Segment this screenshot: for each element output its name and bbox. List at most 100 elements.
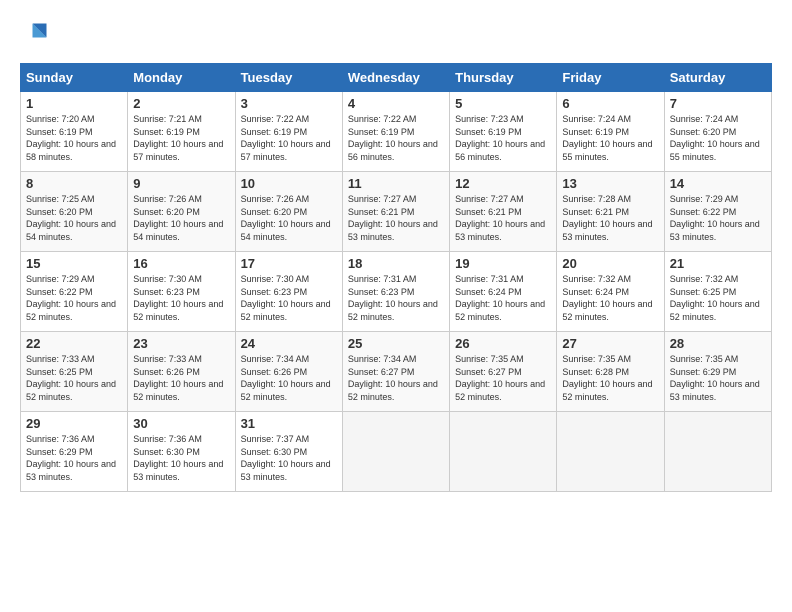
calendar-cell: 20 Sunrise: 7:32 AMSunset: 6:24 PMDayligh…	[557, 252, 664, 332]
day-info: Sunrise: 7:33 AMSunset: 6:25 PMDaylight:…	[26, 353, 122, 403]
calendar-body: 1 Sunrise: 7:20 AMSunset: 6:19 PMDaylight…	[21, 92, 772, 492]
calendar-cell	[664, 412, 771, 492]
calendar-week-row: 22 Sunrise: 7:33 AMSunset: 6:25 PMDayligh…	[21, 332, 772, 412]
calendar-cell: 31 Sunrise: 7:37 AMSunset: 6:30 PMDayligh…	[235, 412, 342, 492]
day-number: 2	[133, 96, 229, 111]
day-number: 23	[133, 336, 229, 351]
calendar-cell: 12 Sunrise: 7:27 AMSunset: 6:21 PMDayligh…	[450, 172, 557, 252]
day-number: 4	[348, 96, 444, 111]
calendar-cell: 22 Sunrise: 7:33 AMSunset: 6:25 PMDayligh…	[21, 332, 128, 412]
calendar-cell: 29Sunrise: 7:36 AMSunset: 6:29 PMDayligh…	[21, 412, 128, 492]
calendar-cell: 16 Sunrise: 7:30 AMSunset: 6:23 PMDayligh…	[128, 252, 235, 332]
day-info: Sunrise: 7:20 AMSunset: 6:19 PMDaylight:…	[26, 113, 122, 163]
day-info: Sunrise: 7:29 AMSunset: 6:22 PMDaylight:…	[26, 273, 122, 323]
day-info: Sunrise: 7:31 AMSunset: 6:23 PMDaylight:…	[348, 273, 444, 323]
day-info: Sunrise: 7:37 AMSunset: 6:30 PMDaylight:…	[241, 433, 337, 483]
day-info: Sunrise: 7:26 AMSunset: 6:20 PMDaylight:…	[133, 193, 229, 243]
day-number: 7	[670, 96, 766, 111]
calendar-cell: 4 Sunrise: 7:22 AMSunset: 6:19 PMDaylight…	[342, 92, 449, 172]
calendar-week-row: 8Sunrise: 7:25 AMSunset: 6:20 PMDaylight…	[21, 172, 772, 252]
day-number: 22	[26, 336, 122, 351]
day-number: 31	[241, 416, 337, 431]
calendar-cell: 21Sunrise: 7:32 AMSunset: 6:25 PMDayligh…	[664, 252, 771, 332]
day-header-sunday: Sunday	[21, 64, 128, 92]
day-header-monday: Monday	[128, 64, 235, 92]
calendar-cell: 13 Sunrise: 7:28 AMSunset: 6:21 PMDayligh…	[557, 172, 664, 252]
calendar-week-row: 29Sunrise: 7:36 AMSunset: 6:29 PMDayligh…	[21, 412, 772, 492]
day-info: Sunrise: 7:36 AMSunset: 6:30 PMDaylight:…	[133, 433, 229, 483]
calendar-cell: 6 Sunrise: 7:24 AMSunset: 6:19 PMDaylight…	[557, 92, 664, 172]
day-info: Sunrise: 7:34 AMSunset: 6:26 PMDaylight:…	[241, 353, 337, 403]
calendar-cell: 2 Sunrise: 7:21 AMSunset: 6:19 PMDaylight…	[128, 92, 235, 172]
day-number: 1	[26, 96, 122, 111]
calendar-cell: 19 Sunrise: 7:31 AMSunset: 6:24 PMDayligh…	[450, 252, 557, 332]
day-number: 16	[133, 256, 229, 271]
day-header-tuesday: Tuesday	[235, 64, 342, 92]
calendar-cell: 3 Sunrise: 7:22 AMSunset: 6:19 PMDaylight…	[235, 92, 342, 172]
day-number: 25	[348, 336, 444, 351]
calendar-week-row: 1 Sunrise: 7:20 AMSunset: 6:19 PMDaylight…	[21, 92, 772, 172]
calendar-cell: 5Sunrise: 7:23 AMSunset: 6:19 PMDaylight…	[450, 92, 557, 172]
calendar-cell: 27 Sunrise: 7:35 AMSunset: 6:28 PMDayligh…	[557, 332, 664, 412]
calendar-cell: 14Sunrise: 7:29 AMSunset: 6:22 PMDayligh…	[664, 172, 771, 252]
day-number: 27	[562, 336, 658, 351]
day-info: Sunrise: 7:27 AMSunset: 6:21 PMDaylight:…	[348, 193, 444, 243]
calendar-cell: 10 Sunrise: 7:26 AMSunset: 6:20 PMDayligh…	[235, 172, 342, 252]
day-number: 26	[455, 336, 551, 351]
day-info: Sunrise: 7:28 AMSunset: 6:21 PMDaylight:…	[562, 193, 658, 243]
calendar-cell	[450, 412, 557, 492]
calendar-cell: 23Sunrise: 7:33 AMSunset: 6:26 PMDayligh…	[128, 332, 235, 412]
day-number: 13	[562, 176, 658, 191]
day-number: 15	[26, 256, 122, 271]
day-info: Sunrise: 7:26 AMSunset: 6:20 PMDaylight:…	[241, 193, 337, 243]
day-number: 10	[241, 176, 337, 191]
day-number: 17	[241, 256, 337, 271]
calendar-week-row: 15 Sunrise: 7:29 AMSunset: 6:22 PMDayligh…	[21, 252, 772, 332]
day-header-saturday: Saturday	[664, 64, 771, 92]
calendar-cell: 9 Sunrise: 7:26 AMSunset: 6:20 PMDaylight…	[128, 172, 235, 252]
calendar-cell: 30 Sunrise: 7:36 AMSunset: 6:30 PMDayligh…	[128, 412, 235, 492]
day-info: Sunrise: 7:30 AMSunset: 6:23 PMDaylight:…	[241, 273, 337, 323]
day-number: 18	[348, 256, 444, 271]
day-info: Sunrise: 7:34 AMSunset: 6:27 PMDaylight:…	[348, 353, 444, 403]
page-header	[20, 20, 772, 53]
day-info: Sunrise: 7:35 AMSunset: 6:27 PMDaylight:…	[455, 353, 551, 403]
day-number: 24	[241, 336, 337, 351]
day-info: Sunrise: 7:29 AMSunset: 6:22 PMDaylight:…	[670, 193, 766, 243]
calendar-cell: 17 Sunrise: 7:30 AMSunset: 6:23 PMDayligh…	[235, 252, 342, 332]
day-info: Sunrise: 7:25 AMSunset: 6:20 PMDaylight:…	[26, 193, 122, 243]
day-info: Sunrise: 7:32 AMSunset: 6:25 PMDaylight:…	[670, 273, 766, 323]
calendar-cell: 25 Sunrise: 7:34 AMSunset: 6:27 PMDayligh…	[342, 332, 449, 412]
day-info: Sunrise: 7:27 AMSunset: 6:21 PMDaylight:…	[455, 193, 551, 243]
day-info: Sunrise: 7:32 AMSunset: 6:24 PMDaylight:…	[562, 273, 658, 323]
calendar-cell: 1 Sunrise: 7:20 AMSunset: 6:19 PMDaylight…	[21, 92, 128, 172]
day-number: 20	[562, 256, 658, 271]
calendar-cell: 26 Sunrise: 7:35 AMSunset: 6:27 PMDayligh…	[450, 332, 557, 412]
day-number: 6	[562, 96, 658, 111]
calendar-cell: 15 Sunrise: 7:29 AMSunset: 6:22 PMDayligh…	[21, 252, 128, 332]
day-info: Sunrise: 7:22 AMSunset: 6:19 PMDaylight:…	[241, 113, 337, 163]
calendar-cell	[342, 412, 449, 492]
day-info: Sunrise: 7:21 AMSunset: 6:19 PMDaylight:…	[133, 113, 229, 163]
day-info: Sunrise: 7:24 AMSunset: 6:20 PMDaylight:…	[670, 113, 766, 163]
calendar-cell: 11Sunrise: 7:27 AMSunset: 6:21 PMDayligh…	[342, 172, 449, 252]
day-number: 3	[241, 96, 337, 111]
calendar-cell: 8Sunrise: 7:25 AMSunset: 6:20 PMDaylight…	[21, 172, 128, 252]
calendar-cell: 28Sunrise: 7:35 AMSunset: 6:29 PMDayligh…	[664, 332, 771, 412]
day-number: 30	[133, 416, 229, 431]
day-number: 12	[455, 176, 551, 191]
day-info: Sunrise: 7:35 AMSunset: 6:28 PMDaylight:…	[562, 353, 658, 403]
day-number: 9	[133, 176, 229, 191]
day-number: 19	[455, 256, 551, 271]
day-number: 5	[455, 96, 551, 111]
calendar-cell: 18 Sunrise: 7:31 AMSunset: 6:23 PMDayligh…	[342, 252, 449, 332]
day-info: Sunrise: 7:31 AMSunset: 6:24 PMDaylight:…	[455, 273, 551, 323]
calendar-cell	[557, 412, 664, 492]
logo	[20, 20, 50, 53]
calendar-cell: 24 Sunrise: 7:34 AMSunset: 6:26 PMDayligh…	[235, 332, 342, 412]
day-info: Sunrise: 7:35 AMSunset: 6:29 PMDaylight:…	[670, 353, 766, 403]
day-info: Sunrise: 7:30 AMSunset: 6:23 PMDaylight:…	[133, 273, 229, 323]
day-header-friday: Friday	[557, 64, 664, 92]
day-info: Sunrise: 7:24 AMSunset: 6:19 PMDaylight:…	[562, 113, 658, 163]
day-info: Sunrise: 7:22 AMSunset: 6:19 PMDaylight:…	[348, 113, 444, 163]
